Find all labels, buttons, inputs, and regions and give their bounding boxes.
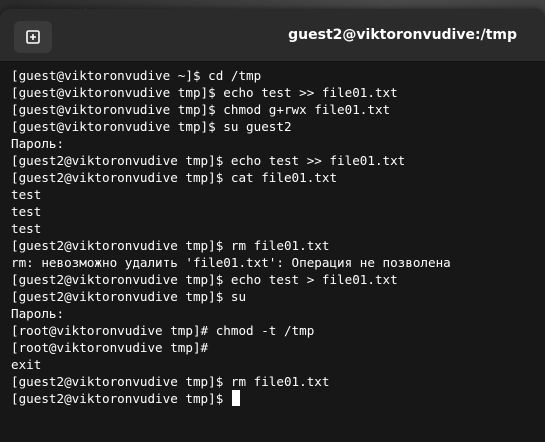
terminal-cursor: [231, 390, 240, 406]
terminal-line: Пароль:: [11, 136, 65, 151]
terminal-line: test: [11, 187, 42, 202]
terminal-line: [root@viktoronvudive tmp]# chmod -t /tmp: [11, 323, 315, 338]
terminal-line: [guest2@viktoronvudive tmp]$ su: [11, 289, 247, 304]
terminal-line: [root@viktoronvudive tmp]#: [11, 340, 209, 355]
terminal-line: [guest2@viktoronvudive tmp]$ cat file01.…: [11, 170, 338, 185]
window-title: guest2@viktoronvudive:/tmp: [288, 27, 517, 43]
terminal-line: [guest@viktoronvudive tmp]$ su guest2: [11, 119, 292, 134]
title-bar[interactable]: guest2@viktoronvudive:/tmp: [0, 9, 545, 62]
terminal-line: Пароль:: [11, 306, 65, 321]
terminal-line: [guest2@viktoronvudive tmp]$ rm file01.t…: [11, 374, 330, 389]
terminal-line: exit: [11, 357, 42, 372]
terminal-line: [guest2@viktoronvudive tmp]$ echo test >…: [11, 272, 398, 287]
new-tab-icon: [25, 29, 41, 45]
terminal-prompt-line[interactable]: [guest2@viktoronvudive tmp]$: [11, 390, 545, 407]
terminal-window: guest2@viktoronvudive:/tmp [guest@viktor…: [0, 9, 545, 442]
desktop-background: guest2@viktoronvudive:/tmp [guest@viktor…: [0, 0, 545, 442]
terminal-output[interactable]: [guest@viktoronvudive ~]$ cd /tmp [guest…: [0, 62, 545, 407]
terminal-line: [guest@viktoronvudive ~]$ cd /tmp: [11, 68, 262, 83]
terminal-line: test: [11, 204, 42, 219]
terminal-line: rm: невозможно удалить 'file01.txt': Опе…: [11, 255, 451, 270]
new-tab-button[interactable]: [14, 21, 52, 53]
terminal-line: [guest@viktoronvudive tmp]$ echo test >>…: [11, 85, 398, 100]
terminal-prompt: [guest2@viktoronvudive tmp]$: [11, 391, 231, 406]
terminal-line: [guest2@viktoronvudive tmp]$ rm file01.t…: [11, 238, 330, 253]
terminal-line: test: [11, 221, 42, 236]
terminal-line: [guest2@viktoronvudive tmp]$ echo test >…: [11, 153, 406, 168]
terminal-line: [guest@viktoronvudive tmp]$ chmod g+rwx …: [11, 102, 391, 117]
